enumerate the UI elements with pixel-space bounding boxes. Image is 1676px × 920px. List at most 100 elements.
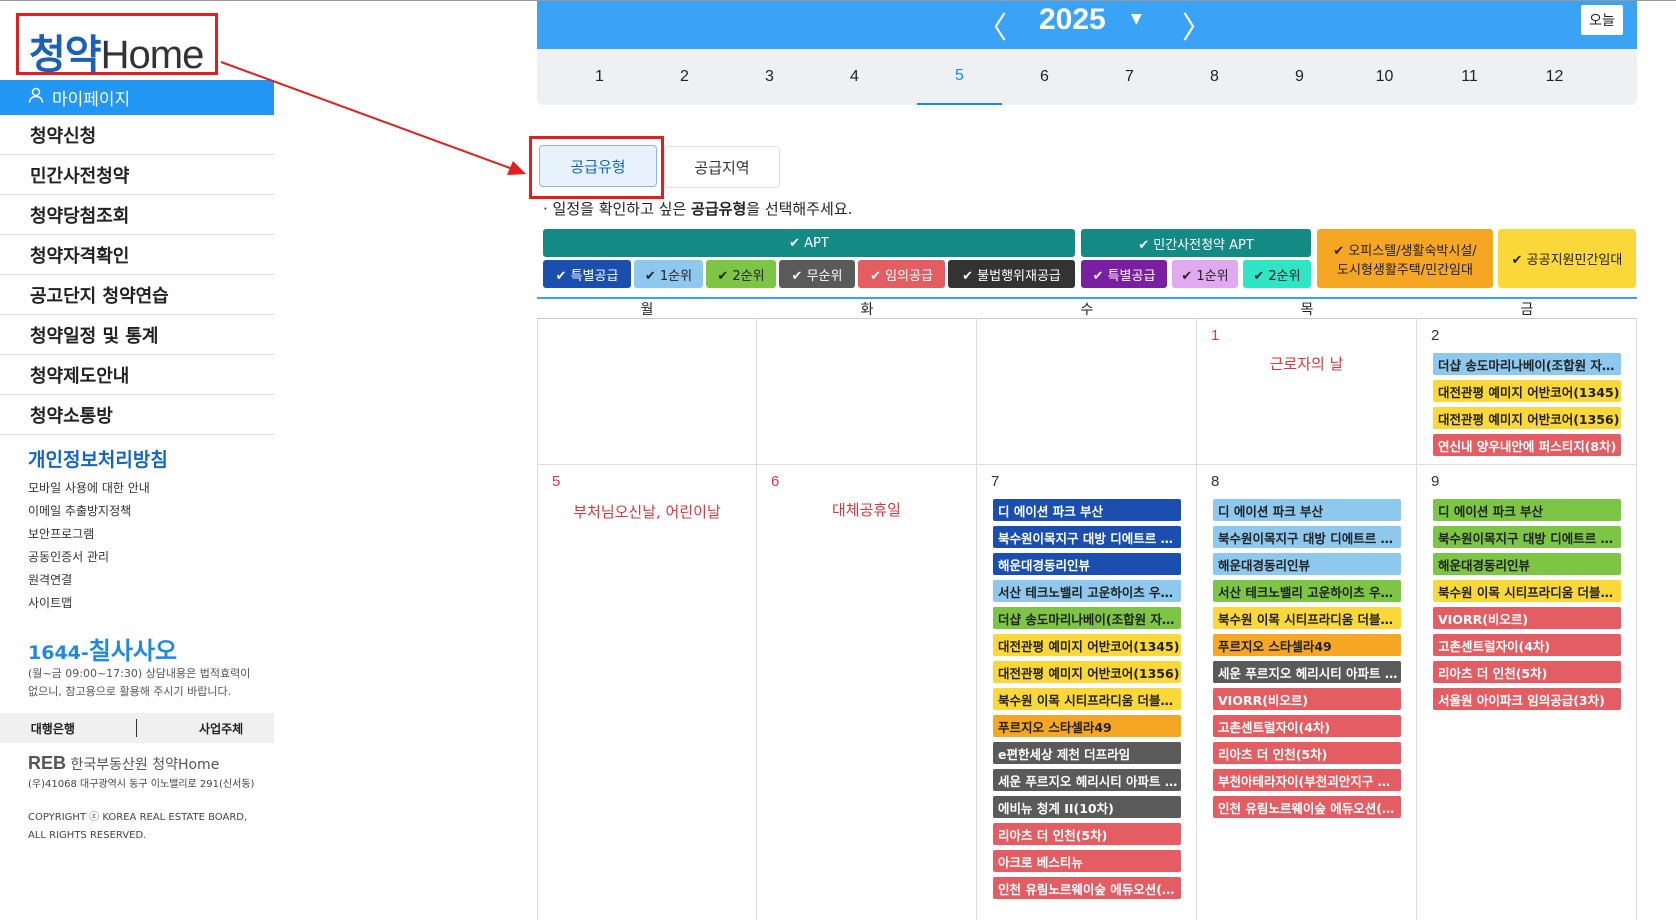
month-tab[interactable]: 12 — [1512, 49, 1597, 105]
nav-winner-lookup[interactable]: 청약당첨조회 — [0, 195, 274, 235]
legend-random[interactable]: ✔ 임의공급 — [858, 260, 945, 288]
calendar-event[interactable]: 대전관평 예미지 어반코어(1345) — [1433, 380, 1621, 402]
calendar-event[interactable]: 리아츠 더 인천(5차) — [1213, 742, 1401, 764]
legend-private-apt[interactable]: ✔ 민간사전청약 APT — [1081, 229, 1311, 257]
calendar-event[interactable]: 북수원 이목 시티프라디움 더블… — [993, 688, 1181, 710]
month-tab[interactable]: 6 — [1002, 49, 1087, 105]
legend-private-first[interactable]: ✔ 1순위 — [1172, 260, 1238, 288]
calendar-event[interactable]: 아크로 베스티뉴 — [993, 850, 1181, 872]
legend-nonrank[interactable]: ✔ 무순위 — [779, 260, 855, 288]
prev-year-chevron-icon[interactable]: 〈 — [977, 3, 1007, 47]
instruction-text: · 일정을 확인하고 싶은 공급유형을 선택해주세요. — [543, 200, 853, 218]
email-policy-link[interactable]: 이메일 추출방지정책 — [28, 502, 131, 519]
site-logo[interactable]: 청약Home — [16, 13, 218, 77]
bank-link[interactable]: 대행은행 — [31, 720, 75, 737]
calendar-event[interactable]: 인천 유림노르웨이숲 에듀오션(… — [993, 877, 1181, 899]
calendar-event[interactable]: VIORR(비오르) — [1433, 607, 1621, 629]
year-label[interactable]: 2025 — [1039, 3, 1106, 37]
nav-apply[interactable]: 청약신청 — [0, 115, 274, 155]
day-number: 5 — [552, 473, 561, 490]
remote-link[interactable]: 원격연결 — [28, 571, 72, 588]
business-link[interactable]: 사업주체 — [199, 720, 243, 737]
nav-community[interactable]: 청약소통방 — [0, 395, 274, 435]
certificate-link[interactable]: 공동인증서 관리 — [28, 548, 109, 565]
month-tab[interactable]: 8 — [1172, 49, 1257, 105]
person-icon — [28, 87, 44, 108]
calendar-event[interactable]: 푸르지오 스타셀라49 — [1213, 634, 1401, 656]
calendar-event[interactable]: e편한세상 제천 더프라임 — [993, 742, 1181, 764]
month-tab[interactable]: 1 — [557, 49, 642, 105]
legend-officetel[interactable]: ✔ 오피스텔/생활숙박시설/ 도시형생활주택/민간임대 — [1317, 229, 1493, 288]
calendar-event[interactable]: 연신내 양우내안에 퍼스티지(8차) — [1433, 434, 1621, 456]
day-number: 8 — [1211, 473, 1220, 490]
calendar-event[interactable]: 대전관평 예미지 어반코어(1356) — [993, 661, 1181, 683]
mobile-guide-link[interactable]: 모바일 사용에 대한 안내 — [28, 479, 150, 496]
calendar-event[interactable]: 북수원 이목 시티프라디움 더블… — [1213, 607, 1401, 629]
calendar-event[interactable]: 북수원이목지구 대방 디에트르 … — [1433, 526, 1621, 548]
calendar-event[interactable]: 서산 테크노밸리 고운하이츠 우… — [993, 580, 1181, 602]
legend-private-second[interactable]: ✔ 2순위 — [1243, 260, 1311, 288]
calendar-event[interactable]: 서울원 아이파크 임의공급(3차) — [1433, 688, 1621, 710]
calendar-event[interactable]: VIORR(비오르) — [1213, 688, 1401, 710]
month-tab[interactable]: 11 — [1427, 49, 1512, 105]
mypage-link[interactable]: 마이페이지 — [0, 80, 274, 115]
calendar-event[interactable]: 리아츠 더 인천(5차) — [1433, 661, 1621, 683]
tab-supply-region[interactable]: 공급지역 — [664, 146, 780, 188]
calendar-event[interactable]: 디 에이션 파크 부산 — [1213, 499, 1401, 521]
month-tab-active[interactable]: 5 — [917, 49, 1002, 105]
month-tab[interactable]: 3 — [727, 49, 812, 105]
footer-logo: REB 한국부동산원 청약Home — [28, 753, 220, 773]
day-cell — [757, 319, 977, 465]
privacy-policy-link[interactable]: 개인정보처리방침 — [28, 445, 168, 472]
legend-illegal[interactable]: ✔ 불법행위재공급 — [948, 260, 1075, 288]
month-tab[interactable]: 9 — [1257, 49, 1342, 105]
calendar-event[interactable]: 북수원 이목 시티프라디움 더블… — [1433, 580, 1621, 602]
calendar-event[interactable]: 에비뉴 청계 II(10차) — [993, 796, 1181, 818]
legend-special[interactable]: ✔ 특별공급 — [543, 260, 631, 288]
calendar-event[interactable]: 리아츠 더 인천(5차) — [993, 823, 1181, 845]
month-tab[interactable]: 4 — [812, 49, 897, 105]
bank-bar: 대행은행 사업주체 — [0, 713, 274, 743]
tab-supply-type[interactable]: 공급유형 — [539, 145, 657, 187]
legend-second[interactable]: ✔ 2순위 — [706, 260, 776, 288]
today-button[interactable]: 오늘 — [1581, 5, 1623, 35]
calendar-event[interactable]: 해운대경동리인뷰 — [1213, 553, 1401, 575]
calendar-event[interactable]: 푸르지오 스타셀라49 — [993, 715, 1181, 737]
calendar-event[interactable]: 세운 푸르지오 헤리시티 아파트 … — [1213, 661, 1401, 683]
calendar-event[interactable]: 해운대경동리인뷰 — [1433, 553, 1621, 575]
calendar-event[interactable]: 대전관평 예미지 어반코어(1345) — [993, 634, 1181, 656]
security-program-link[interactable]: 보안프로그램 — [28, 525, 94, 542]
nav-system-guide[interactable]: 청약제도안내 — [0, 355, 274, 395]
calendar-event[interactable]: 인천 유림노르웨이숲 에듀오션(… — [1213, 796, 1401, 818]
calendar-event[interactable]: 고촌센트럴자이(4차) — [1213, 715, 1401, 737]
calendar-event[interactable]: 대전관평 예미지 어반코어(1356) — [1433, 407, 1621, 429]
next-year-chevron-icon[interactable]: 〉 — [1182, 3, 1212, 47]
calendar-event[interactable]: 북수원이목지구 대방 디에트르 … — [993, 526, 1181, 548]
calendar-event[interactable]: 디 에이션 파크 부산 — [1433, 499, 1621, 521]
month-tab[interactable]: 10 — [1342, 49, 1427, 105]
calendar-event[interactable]: 고촌센트럴자이(4차) — [1433, 634, 1621, 656]
year-dropdown-icon[interactable]: ▼ — [1131, 11, 1142, 27]
month-tab[interactable]: 2 — [642, 49, 727, 105]
legend-private-special[interactable]: ✔ 특별공급 — [1081, 260, 1167, 288]
nav-eligibility[interactable]: 청약자격확인 — [0, 235, 274, 275]
legend-apt[interactable]: ✔ APT — [543, 229, 1075, 257]
sitemap-link[interactable]: 사이트맵 — [28, 594, 72, 611]
calendar-event[interactable]: 더샵 송도마리나베이(조합원 자… — [1433, 353, 1621, 375]
calendar-event[interactable]: 더샵 송도마리나베이(조합원 자… — [993, 607, 1181, 629]
legend-public-rental[interactable]: ✔ 공공지원민간임대 — [1498, 229, 1636, 288]
nav-schedule-stats[interactable]: 청약일정 및 통계 — [0, 315, 274, 355]
calendar-event[interactable]: 디 에이션 파크 부산 — [993, 499, 1181, 521]
calendar-event[interactable]: 해운대경동리인뷰 — [993, 553, 1181, 575]
day-number: 1 — [1211, 327, 1220, 344]
legend-first[interactable]: ✔ 1순위 — [634, 260, 703, 288]
calendar-event[interactable]: 북수원이목지구 대방 디에트르 … — [1213, 526, 1401, 548]
day-number: 7 — [991, 473, 1000, 490]
calendar-event[interactable]: 부천아테라자이(부천괴안지구 … — [1213, 769, 1401, 791]
nav-practice[interactable]: 공고단지 청약연습 — [0, 275, 274, 315]
nav-private-preapply[interactable]: 민간사전청약 — [0, 155, 274, 195]
calendar-event[interactable]: 세운 푸르지오 헤리시티 아파트 … — [993, 769, 1181, 791]
day-cell-8: 8 디 에이션 파크 부산북수원이목지구 대방 디에트르 … 해운대경동리인뷰서산… — [1197, 465, 1417, 920]
calendar-event[interactable]: 서산 테크노밸리 고운하이츠 우… — [1213, 580, 1401, 602]
month-tab[interactable]: 7 — [1087, 49, 1172, 105]
